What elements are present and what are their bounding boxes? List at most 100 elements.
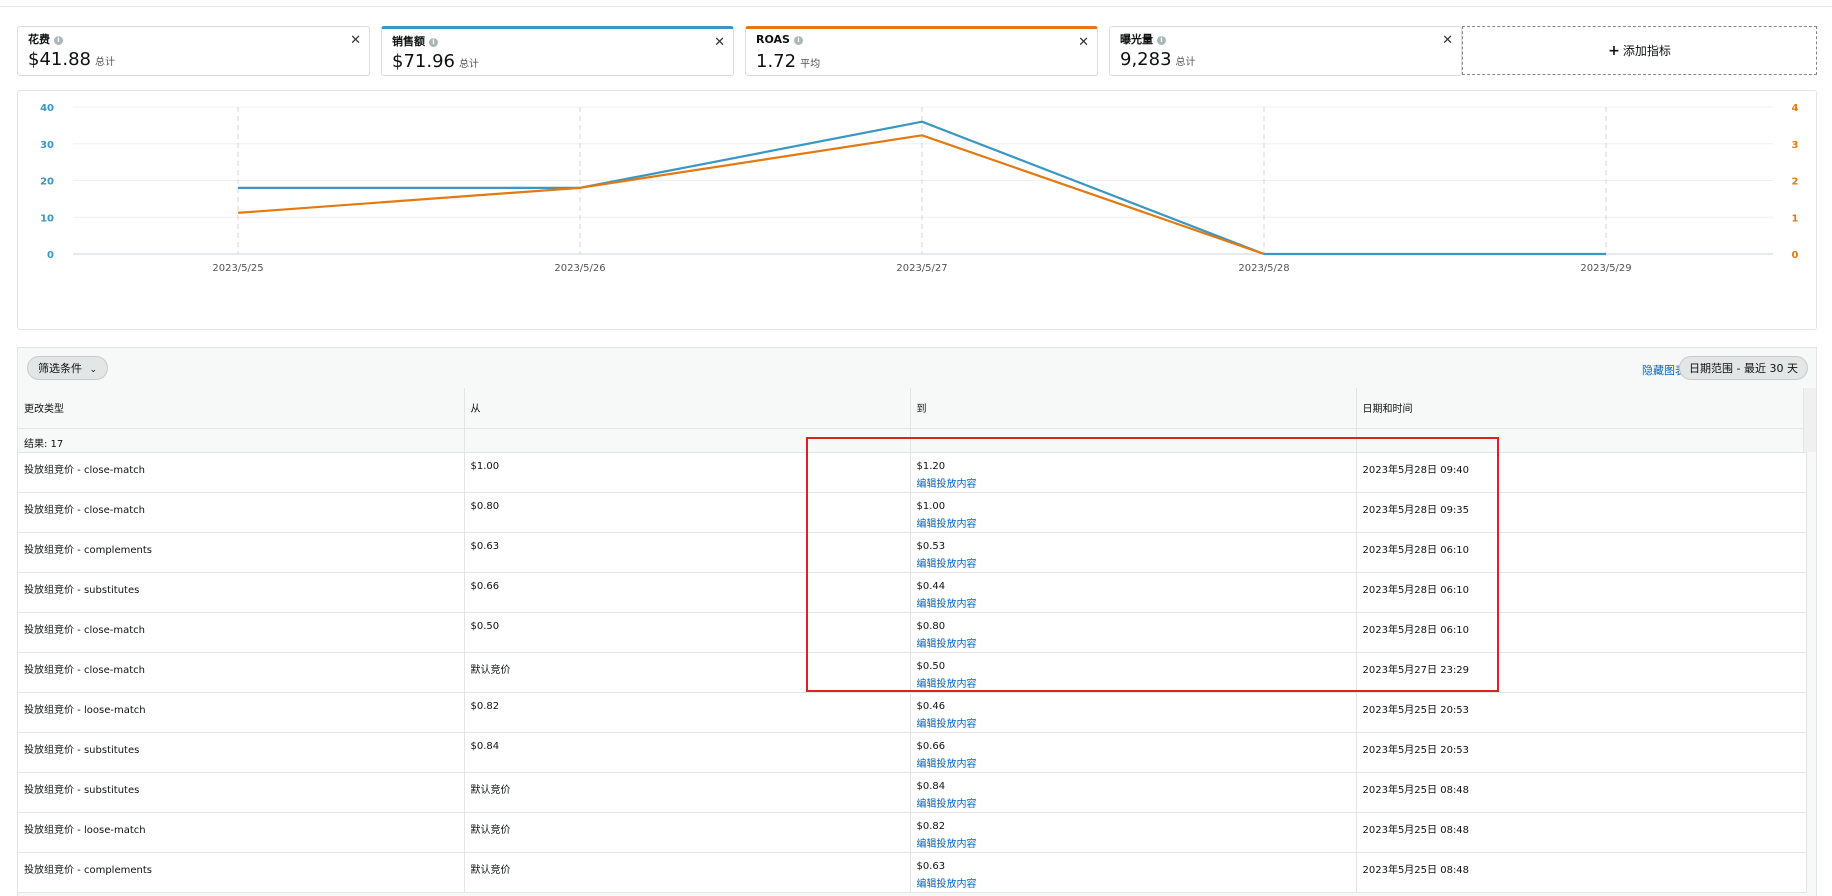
info-icon[interactable]: i <box>793 36 803 45</box>
table-row: 投放组竞价 - close-match $0.80 $1.00 编辑投放内容 2023年… <box>18 492 1807 533</box>
line-chart: 0 10 20 30 40 0 1 2 3 4 2023/5/25 2023/5/26 2023/5/2… <box>40 103 1799 274</box>
edit-targeting-link[interactable]: 编辑投放内容 <box>917 635 1350 650</box>
metric-aggregation: 总计 <box>94 57 115 68</box>
to-value: $0.44 <box>916 580 946 592</box>
y-left-tick-label: 0 <box>47 250 54 261</box>
from-cell: $0.63 <box>464 532 911 573</box>
close-icon[interactable]: ✕ <box>1442 33 1453 48</box>
to-cell: $0.46 编辑投放内容 <box>910 692 1357 733</box>
to-cell: $0.84 编辑投放内容 <box>910 772 1357 813</box>
metric-aggregation: 平均 <box>800 59 821 70</box>
datetime-cell: 2023年5月25日 08:48 <box>1356 812 1807 853</box>
metric-cards: 花费 i $41.88 总计 ✕ 销售额 i $71.96 总计 ✕ ROAS i 1.72 平均 ✕ 曝光量… <box>17 26 1817 78</box>
table-row: 投放组竞价 - close-match $0.50 $0.80 编辑投放内容 2023年… <box>18 612 1807 653</box>
edit-targeting-link[interactable]: 编辑投放内容 <box>917 555 1350 570</box>
datetime-cell: 2023年5月28日 06:10 <box>1356 572 1807 613</box>
metric-value: $71.96 总计 <box>392 51 479 72</box>
y-right-tick-label: 3 <box>1792 140 1799 151</box>
table-row: 投放组竞价 - complements 默认竞价 $0.63 编辑投放内容 2023年5… <box>18 852 1807 893</box>
edit-targeting-link[interactable]: 编辑投放内容 <box>917 515 1350 530</box>
change-type-cell: 投放组竞价 - complements <box>18 532 465 573</box>
from-cell: 默认竞价 <box>464 772 911 813</box>
metric-value: 9,283 总计 <box>1120 49 1196 70</box>
metric-value: $41.88 总计 <box>28 49 115 70</box>
change-history-panel: 筛选条件 ⌄ 隐藏图表 日期范围 - 最近 30 天 更改类型 从 到 日期和时… <box>17 347 1817 896</box>
to-value: $0.66 <box>916 740 946 752</box>
close-icon[interactable]: ✕ <box>1078 35 1089 50</box>
datetime-cell: 2023年5月25日 08:48 <box>1356 772 1807 813</box>
info-icon[interactable]: i <box>429 38 438 47</box>
change-type-cell: 投放组竞价 - close-match <box>18 612 465 653</box>
column-header-from[interactable]: 从 <box>464 388 911 429</box>
y-left-tick-label: 30 <box>40 140 54 151</box>
close-icon[interactable]: ✕ <box>714 35 725 50</box>
edit-targeting-link[interactable]: 编辑投放内容 <box>917 715 1350 730</box>
to-cell: $0.53 编辑投放内容 <box>910 532 1357 573</box>
edit-targeting-link[interactable]: 编辑投放内容 <box>917 755 1350 770</box>
datetime-cell: 2023年5月25日 08:48 <box>1356 852 1807 893</box>
metric-aggregation: 总计 <box>458 59 479 70</box>
result-count-row: 结果: 17 <box>18 428 1807 453</box>
y-left-tick-label: 10 <box>40 213 54 224</box>
to-cell: $0.50 编辑投放内容 <box>910 652 1357 693</box>
y-right-tick-label: 1 <box>1792 213 1799 224</box>
column-header-datetime[interactable]: 日期和时间 <box>1356 388 1807 429</box>
from-cell: $0.66 <box>464 572 911 613</box>
table-row: 投放组竞价 - loose-match 默认竞价 $0.82 编辑投放内容 2023年5… <box>18 812 1807 853</box>
chevron-down-icon: ⌄ <box>89 365 98 375</box>
metric-card[interactable]: ROAS i 1.72 平均 ✕ <box>745 26 1098 76</box>
to-cell: $0.66 编辑投放内容 <box>910 732 1357 773</box>
metric-aggregation: 总计 <box>1175 57 1196 68</box>
datetime-cell: 2023年5月28日 09:35 <box>1356 492 1807 533</box>
table-header-row: 更改类型 从 到 日期和时间 <box>18 388 1807 429</box>
y-left-tick-label: 20 <box>40 177 54 188</box>
to-value: $0.63 <box>916 860 946 872</box>
datetime-cell: 2023年5月25日 20:53 <box>1356 692 1807 733</box>
table-row: 投放组竞价 - substitutes $0.66 $0.44 编辑投放内容 2023年… <box>18 572 1807 613</box>
x-tick-label: 2023/5/29 <box>1580 263 1631 274</box>
edit-targeting-link[interactable]: 编辑投放内容 <box>917 675 1350 690</box>
metric-card[interactable]: 花费 i $41.88 总计 ✕ <box>17 26 370 76</box>
date-range-button[interactable]: 日期范围 - 最近 30 天 <box>1679 356 1808 380</box>
edit-targeting-link[interactable]: 编辑投放内容 <box>917 475 1350 490</box>
table-row: 投放组竞价 - loose-match $0.82 $0.46 编辑投放内容 2023年… <box>18 692 1807 733</box>
change-type-cell: 投放组竞价 - substitutes <box>18 732 465 773</box>
from-cell: $0.80 <box>464 492 911 533</box>
info-icon[interactable]: i <box>1157 36 1166 45</box>
to-value: $1.20 <box>916 460 946 472</box>
edit-targeting-link[interactable]: 编辑投放内容 <box>917 795 1350 810</box>
edit-targeting-link[interactable]: 编辑投放内容 <box>917 835 1350 850</box>
datetime-cell: 2023年5月27日 23:29 <box>1356 652 1807 693</box>
result-count: 结果: 17 <box>18 428 465 453</box>
change-type-cell: 投放组竞价 - close-match <box>18 652 465 693</box>
metric-title: 曝光量 i <box>1120 31 1166 47</box>
close-icon[interactable]: ✕ <box>350 33 361 48</box>
from-cell: $0.82 <box>464 692 911 733</box>
info-icon[interactable]: i <box>54 36 63 45</box>
edit-targeting-link[interactable]: 编辑投放内容 <box>917 875 1350 890</box>
to-cell: $0.44 编辑投放内容 <box>910 572 1357 613</box>
metric-card[interactable]: 销售额 i $71.96 总计 ✕ <box>381 26 734 76</box>
table-row: 投放组竞价 - close-match 默认竞价 $0.50 编辑投放内容 2023年5… <box>18 652 1807 693</box>
column-header-change-type[interactable]: 更改类型 <box>18 388 465 429</box>
table-scrollbar[interactable] <box>1803 388 1816 452</box>
to-cell: $1.20 编辑投放内容 <box>910 452 1357 493</box>
to-value: $0.46 <box>916 700 946 712</box>
change-type-cell: 投放组竞价 - substitutes <box>18 772 465 813</box>
add-metric-button[interactable]: + 添加指标 <box>1462 26 1817 75</box>
from-cell: $0.84 <box>464 732 911 773</box>
metric-card[interactable]: 曝光量 i 9,283 总计 ✕ <box>1109 26 1462 76</box>
datetime-cell: 2023年5月28日 09:40 <box>1356 452 1807 493</box>
edit-targeting-link[interactable]: 编辑投放内容 <box>917 595 1350 610</box>
metric-title: 销售额 i <box>392 33 438 49</box>
top-divider <box>0 6 1832 7</box>
column-header-to[interactable]: 到 <box>910 388 1357 429</box>
filter-button[interactable]: 筛选条件 ⌄ <box>27 356 109 380</box>
to-cell: $0.80 编辑投放内容 <box>910 612 1357 653</box>
x-tick-label: 2023/5/27 <box>896 263 947 274</box>
to-value: $0.80 <box>916 620 946 632</box>
from-cell: $0.50 <box>464 612 911 653</box>
to-value: $0.84 <box>916 780 946 792</box>
change-history-table: 更改类型 从 到 日期和时间 结果: 17 投放组竞价 - close-matc… <box>18 388 1807 893</box>
x-tick-label: 2023/5/25 <box>212 263 263 274</box>
